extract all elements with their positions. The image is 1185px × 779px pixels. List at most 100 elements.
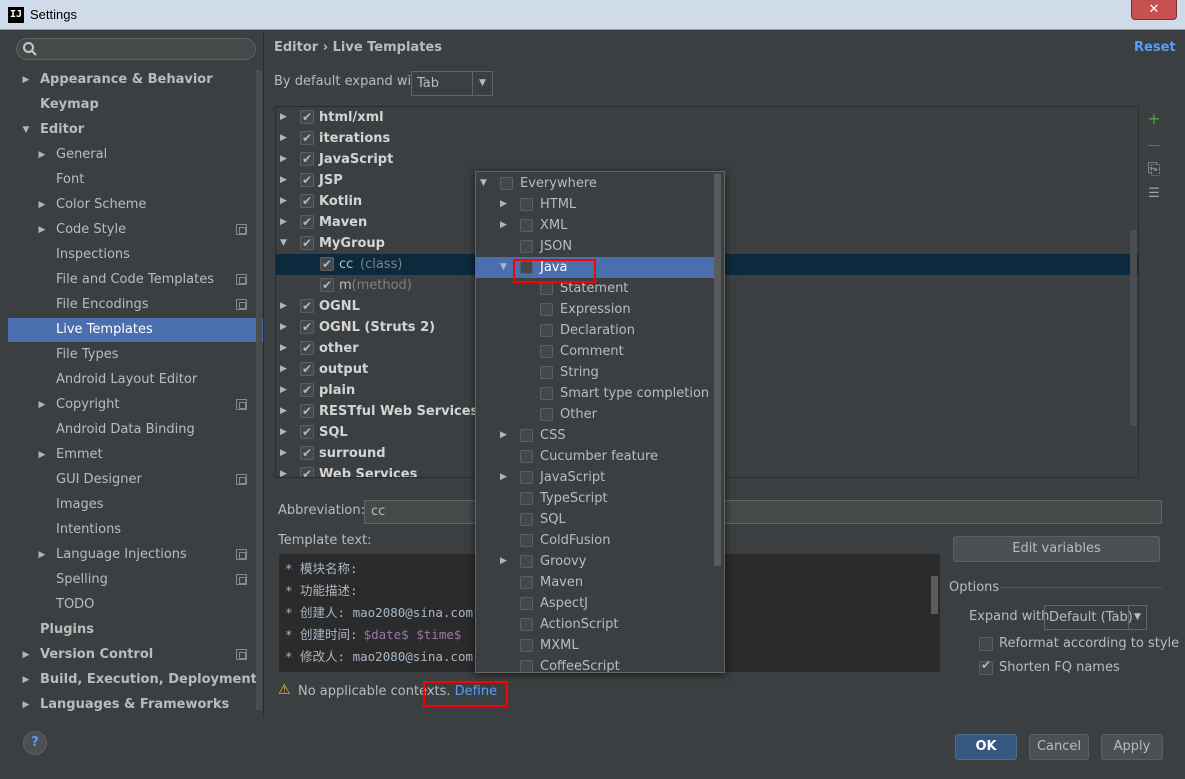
template-checkbox[interactable] [300,464,314,477]
context-checkbox[interactable] [520,450,533,463]
chevron-right-icon[interactable]: ▶ [280,317,287,338]
template-checkbox[interactable] [320,275,334,296]
context-item-groovy[interactable]: ▶ Groovy [476,551,716,572]
chevron-right-icon[interactable]: ▶ [20,68,32,92]
context-item-java[interactable]: ▼ Java [476,257,716,278]
context-item-string[interactable]: String [476,362,716,383]
chevron-down-icon[interactable]: ▼ [500,257,507,278]
sidebar-item-code-style[interactable]: ▶ Code Style [8,218,263,242]
context-item-html[interactable]: ▶ HTML [476,194,716,215]
chevron-right-icon[interactable]: ▶ [280,359,287,380]
sidebar-item-file-types[interactable]: File Types [8,343,263,367]
chevron-down-icon[interactable]: ▼ [280,233,287,254]
template-checkbox[interactable] [300,233,314,254]
template-checkbox[interactable] [300,128,314,149]
apply-button[interactable]: Apply [1101,734,1163,760]
chevron-right-icon[interactable]: ▶ [36,543,48,567]
template-group-javascript[interactable]: ▶ JavaScript [276,149,1138,170]
context-checkbox[interactable] [520,240,533,253]
template-checkbox[interactable] [300,149,314,170]
template-checkbox[interactable] [300,422,314,443]
help-button[interactable]: ? [23,731,47,755]
chevron-right-icon[interactable]: ▶ [280,107,287,128]
sidebar-item-emmet[interactable]: ▶ Emmet [8,443,263,467]
sidebar-item-images[interactable]: Images [8,493,263,517]
context-checkbox[interactable] [540,324,553,337]
context-checkbox[interactable] [540,345,553,358]
sidebar-item-gui-designer[interactable]: GUI Designer [8,468,263,492]
context-checkbox[interactable] [520,597,533,610]
ok-button[interactable]: OK [955,734,1017,760]
sidebar-item-intentions[interactable]: Intentions [8,518,263,542]
template-checkbox[interactable] [300,317,314,338]
template-group-iterations[interactable]: ▶ iterations [276,128,1138,149]
chevron-right-icon[interactable]: ▶ [500,467,507,488]
sidebar-item-todo[interactable]: TODO [8,593,263,617]
context-item-json[interactable]: JSON [476,236,716,257]
sidebar-item-android-layout-editor[interactable]: Android Layout Editor [8,368,263,392]
chevron-right-icon[interactable]: ▶ [36,443,48,467]
context-checkbox[interactable] [520,471,533,484]
sidebar-item-languages-frameworks[interactable]: ▶ Languages & Frameworks [8,693,263,717]
chevron-right-icon[interactable]: ▶ [280,380,287,401]
template-checkbox[interactable] [300,443,314,464]
context-item-coldfusion[interactable]: ColdFusion [476,530,716,551]
sidebar-item-inspections[interactable]: Inspections [8,243,263,267]
context-checkbox[interactable] [520,198,533,211]
context-checkbox[interactable] [520,555,533,568]
context-checkbox[interactable] [520,219,533,232]
context-item-xml[interactable]: ▶ XML [476,215,716,236]
sidebar-item-font[interactable]: Font [8,168,263,192]
chevron-right-icon[interactable]: ▶ [280,338,287,359]
context-checkbox[interactable] [540,387,553,400]
context-item-cucumber-feature[interactable]: Cucumber feature [476,446,716,467]
options-expand-with-select[interactable]: Default (Tab) ▼ [1044,605,1147,630]
template-checkbox[interactable] [300,191,314,212]
cancel-button[interactable]: Cancel [1029,734,1089,760]
sidebar-item-keymap[interactable]: Keymap [8,93,263,117]
sidebar-item-copyright[interactable]: ▶ Copyright [8,393,263,417]
context-checkbox[interactable] [520,618,533,631]
chevron-right-icon[interactable]: ▶ [36,218,48,242]
chevron-right-icon[interactable]: ▶ [280,443,287,464]
context-checkbox[interactable] [520,660,533,672]
context-item-maven[interactable]: Maven [476,572,716,593]
context-item-declaration[interactable]: Declaration [476,320,716,341]
expand-with-select[interactable]: Tab ▼ [411,71,493,96]
context-checkbox[interactable] [540,303,553,316]
context-popup[interactable]: ▼ Everywhere ▶ HTML ▶ XML JSON ▼ Java Statement Ex… [475,171,725,673]
chevron-right-icon[interactable]: ▶ [280,191,287,212]
chevron-right-icon[interactable]: ▶ [36,143,48,167]
popup-scrollbar[interactable] [714,174,721,566]
context-item-aspectj[interactable]: AspectJ [476,593,716,614]
context-checkbox[interactable] [520,534,533,547]
copy-icon[interactable]: ⎘ [1146,161,1162,177]
context-checkbox[interactable] [520,492,533,505]
context-item-other[interactable]: Other [476,404,716,425]
sidebar-item-appearance-behavior[interactable]: ▶ Appearance & Behavior [8,68,263,92]
template-checkbox[interactable] [300,296,314,317]
chevron-right-icon[interactable]: ▶ [280,128,287,149]
context-checkbox[interactable] [520,639,533,652]
context-checkbox[interactable] [520,513,533,526]
chevron-right-icon[interactable]: ▶ [500,551,507,572]
sidebar-item-color-scheme[interactable]: ▶ Color Scheme [8,193,263,217]
context-item-actionscript[interactable]: ActionScript [476,614,716,635]
chevron-right-icon[interactable]: ▶ [500,215,507,236]
tree-scrollbar[interactable] [1130,230,1137,426]
sidebar-item-plugins[interactable]: Plugins [8,618,263,642]
template-group-html-xml[interactable]: ▶ html/xml [276,107,1138,128]
sidebar-item-file-and-code-templates[interactable]: File and Code Templates [8,268,263,292]
chevron-right-icon[interactable]: ▶ [500,194,507,215]
chevron-right-icon[interactable]: ▶ [20,643,32,667]
context-item-css[interactable]: ▶ CSS [476,425,716,446]
context-checkbox[interactable] [540,408,553,421]
reset-link[interactable]: Reset [1134,40,1176,55]
template-checkbox[interactable] [300,359,314,380]
context-item-comment[interactable]: Comment [476,341,716,362]
sidebar-item-spelling[interactable]: Spelling [8,568,263,592]
chevron-right-icon[interactable]: ▶ [500,425,507,446]
context-item-expression[interactable]: Expression [476,299,716,320]
template-checkbox[interactable] [300,338,314,359]
sidebar-item-android-data-binding[interactable]: Android Data Binding [8,418,263,442]
